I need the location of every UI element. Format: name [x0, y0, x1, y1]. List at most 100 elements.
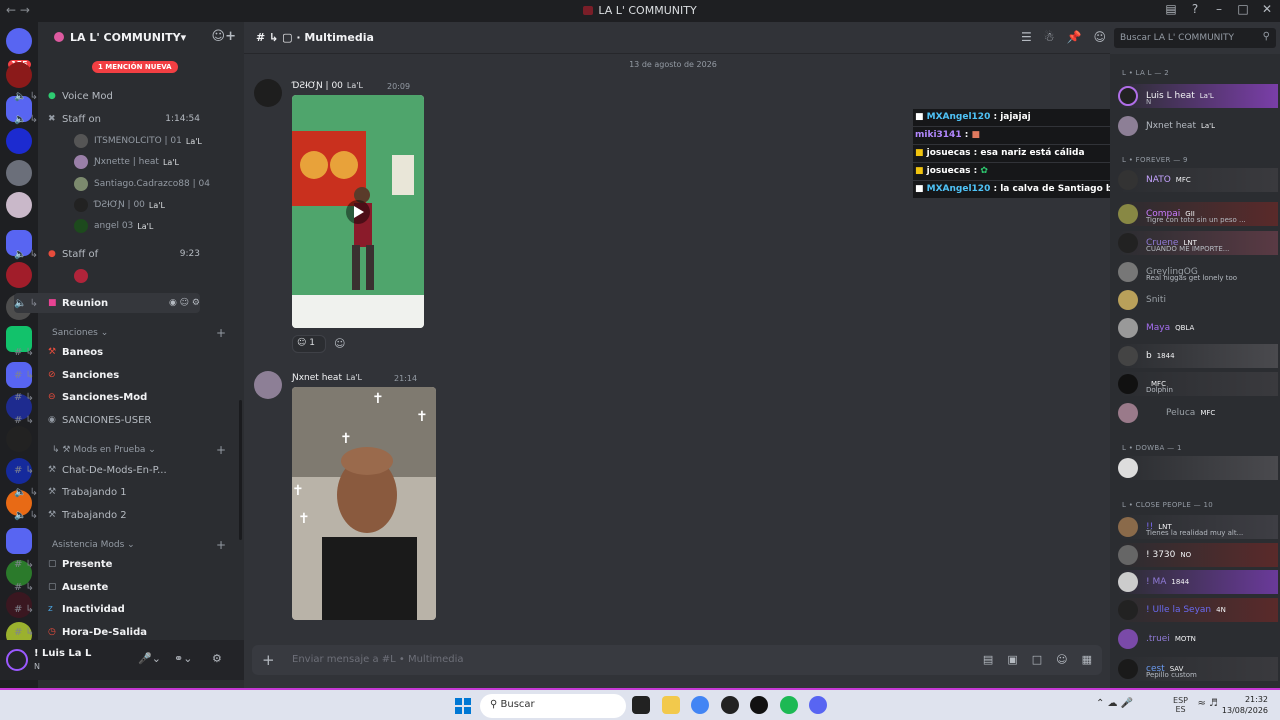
member-item[interactable]: cest SAV Pepillo custom — [1118, 657, 1278, 681]
input-language[interactable]: ESP ES — [1173, 696, 1188, 714]
member-item[interactable]: Compai GII Tigre con toto sin un peso ... — [1118, 202, 1278, 226]
microphone-icon[interactable]: 🎤⌄ — [138, 652, 161, 665]
spotify-icon[interactable] — [780, 696, 798, 714]
server-icon[interactable] — [6, 128, 32, 154]
category-sanciones[interactable]: Sanciones ⌄ + — [52, 326, 232, 340]
folder-icon[interactable] — [6, 528, 32, 554]
channel-scrollbar[interactable] — [239, 400, 242, 540]
maximize-icon[interactable]: □ — [1236, 2, 1250, 16]
member-item[interactable]: ! MA 1844 — [1118, 570, 1278, 594]
sticker-icon[interactable]: □ — [1032, 653, 1042, 666]
avatar[interactable] — [6, 649, 28, 671]
server-icon[interactable] — [6, 192, 32, 218]
voice-user[interactable]: Ɲxnette | heat La'L — [74, 153, 254, 171]
windows-start-icon[interactable] — [455, 698, 471, 714]
text-channel-hora-de-salida[interactable]: # ↳ ◷ Hora-De-Salida — [14, 622, 200, 642]
message-author[interactable]: Ɲxnet heat La'L — [292, 373, 362, 383]
members-icon[interactable]: ☺ — [1093, 30, 1106, 44]
server-icon[interactable] — [6, 262, 32, 288]
add-reaction-icon[interactable]: ☺ — [334, 337, 345, 350]
channel-settings-icon[interactable]: ◉ ☺ ⚙ — [169, 298, 200, 308]
help-icon[interactable]: ? — [1188, 2, 1202, 16]
apps-icon[interactable]: ▦ — [1082, 653, 1092, 666]
text-channel-inactividad[interactable]: # ↳ z Inactividad — [14, 599, 200, 619]
gift-icon[interactable]: ▤ — [983, 653, 993, 666]
clock[interactable]: 21:32 13/08/2026 — [1222, 694, 1268, 716]
settings-gear-icon[interactable]: ⚙ — [212, 652, 222, 665]
image-attachment[interactable]: ✝ ✝ ✝ ✝ ✝ — [292, 387, 436, 620]
taskbar-search[interactable]: ⚲ Buscar — [480, 694, 626, 718]
voice-user[interactable]: ƊƧƗƠƝ | 00 La'L — [74, 196, 254, 214]
member-item[interactable]: Sniti — [1118, 288, 1278, 312]
member-item[interactable]: Maya QBLA — [1118, 316, 1278, 340]
member-item[interactable]: b 1844 — [1118, 344, 1278, 368]
headphones-icon[interactable]: ⚭⌄ — [174, 652, 192, 665]
task-view-icon[interactable] — [632, 696, 650, 714]
tray-icons[interactable]: ⌃ ☁ 🎤 — [1096, 698, 1133, 709]
gif-icon[interactable]: ▣ — [1007, 653, 1017, 666]
category-mods-en-prueba[interactable]: ↳ ⚒ Mods en Prueba ⌄ + — [52, 443, 232, 457]
voice-user[interactable]: Santiago.Cadrazco88 | 04 — [74, 175, 254, 193]
app-icon[interactable] — [721, 696, 739, 714]
minimize-icon[interactable]: – — [1212, 2, 1226, 16]
server-icon[interactable] — [6, 62, 32, 88]
text-channel-ausente[interactable]: # ↳ ▢ Ausente — [14, 577, 200, 597]
text-channel-baneos[interactable]: # ↳ ⚒ Baneos — [14, 342, 200, 362]
voice-channel-trabajando-2[interactable]: 🔈 ↳ ⚒ Trabajando 2 — [14, 505, 200, 525]
member-item[interactable] — [1118, 456, 1278, 480]
member-item[interactable]: ! Ulle la Seyan 4N — [1118, 598, 1278, 622]
text-channel-sanciones-mod[interactable]: # ↳ ⊖ Sanciones-Mod — [14, 387, 200, 407]
close-icon[interactable]: ✕ — [1260, 2, 1274, 16]
add-member-icon[interactable]: ☺+ — [212, 29, 236, 44]
member-item[interactable]: MFC Dolphin — [1118, 372, 1278, 396]
video-attachment[interactable] — [292, 95, 424, 328]
category-asistencia-mods[interactable]: Asistencia Mods ⌄ + — [52, 538, 232, 552]
network-volume-icon[interactable]: ≈ ♬ — [1197, 698, 1218, 709]
search-input[interactable]: Buscar LA L' COMMUNITY ⚲ — [1114, 28, 1276, 48]
member-item[interactable]: NATO MFC — [1118, 168, 1278, 192]
text-channel-sanciones-user[interactable]: # ↳ ◉ SANCIONES-USER — [14, 410, 200, 430]
member-item[interactable]: Ɲxnet heat La'L — [1118, 114, 1278, 138]
member-item[interactable]: .truei MOTN — [1118, 627, 1278, 651]
server-icon[interactable] — [6, 160, 32, 186]
voice-user[interactable]: angel 03 La'L — [74, 217, 254, 235]
voice-user[interactable] — [74, 267, 254, 285]
reaction-laugh[interactable]: ☺ 1 — [292, 335, 326, 353]
discord-icon[interactable] — [809, 696, 827, 714]
member-item[interactable]: !! LNT Tienes la realidad muy alt... — [1118, 515, 1278, 539]
threads-icon[interactable]: ☰ — [1021, 30, 1032, 44]
message-composer[interactable]: + Enviar mensaje a #L • Multimedia ▤ ▣ □… — [252, 645, 1102, 675]
file-explorer-icon[interactable] — [662, 696, 680, 714]
chrome-icon[interactable] — [691, 696, 709, 714]
inbox-icon[interactable]: ▤ — [1164, 2, 1178, 16]
voice-channel-staff-of[interactable]: 🔈 ↳ ● Staff of 9:23 — [14, 244, 200, 264]
home-icon[interactable] — [6, 28, 32, 54]
member-item[interactable]: Luis L heat La'L N — [1118, 84, 1278, 108]
mute-bell-icon[interactable]: ☃ — [1044, 30, 1055, 44]
member-item[interactable]: Cruene LNT CUANDO ME IMPORTE... — [1118, 231, 1278, 255]
voice-channel-staff-on[interactable]: 🔈 ↳ ✖ Staff on 1:14:54 — [14, 109, 200, 129]
message-input[interactable]: Enviar mensaje a #L • Multimedia — [292, 654, 464, 665]
member-item[interactable]: GreylingOG Real niggas get lonely too — [1118, 260, 1278, 284]
avatar[interactable] — [254, 79, 282, 107]
member-item[interactable]: Peluca MFC — [1118, 401, 1278, 425]
add-channel-icon[interactable]: + — [216, 326, 226, 340]
avatar[interactable] — [254, 371, 282, 399]
voice-user[interactable]: ITSMENOLCITO | 01 La'L — [74, 132, 254, 150]
emoji-icon[interactable]: ☺ — [1056, 653, 1067, 666]
text-channel-sanciones[interactable]: # ↳ ⊘ Sanciones — [14, 365, 200, 385]
voice-channel-reunion[interactable]: 🔈 ↳ ■ Reunion ◉ ☺ ⚙ — [14, 293, 200, 313]
message-author[interactable]: ƊƧƗƠƝ | 00 La'L — [292, 81, 363, 91]
voice-channel-trabajando-1[interactable]: 🔈 ↳ ⚒ Trabajando 1 — [14, 482, 200, 502]
voice-channel-voice-mod[interactable]: 🔈 ↳ ● Voice Mod — [14, 86, 200, 106]
guild-header[interactable]: LA L' COMMUNITY ▾ ☺+ — [38, 22, 244, 52]
add-attachment-icon[interactable]: + — [262, 651, 275, 669]
member-item[interactable]: ! 3730 NO — [1118, 543, 1278, 567]
app-icon[interactable] — [750, 696, 768, 714]
text-channel-presente[interactable]: # ↳ ▢ Presente — [14, 554, 200, 574]
add-channel-icon[interactable]: + — [216, 443, 226, 457]
mention-pill[interactable]: 1 MENCIÓN NUEVA — [92, 61, 178, 73]
text-channel-chat-de-mods[interactable]: # ↳ ⚒ Chat-De-Mods-En-P... — [14, 460, 200, 480]
pin-icon[interactable]: 📌 — [1067, 30, 1082, 44]
add-channel-icon[interactable]: + — [216, 538, 226, 552]
